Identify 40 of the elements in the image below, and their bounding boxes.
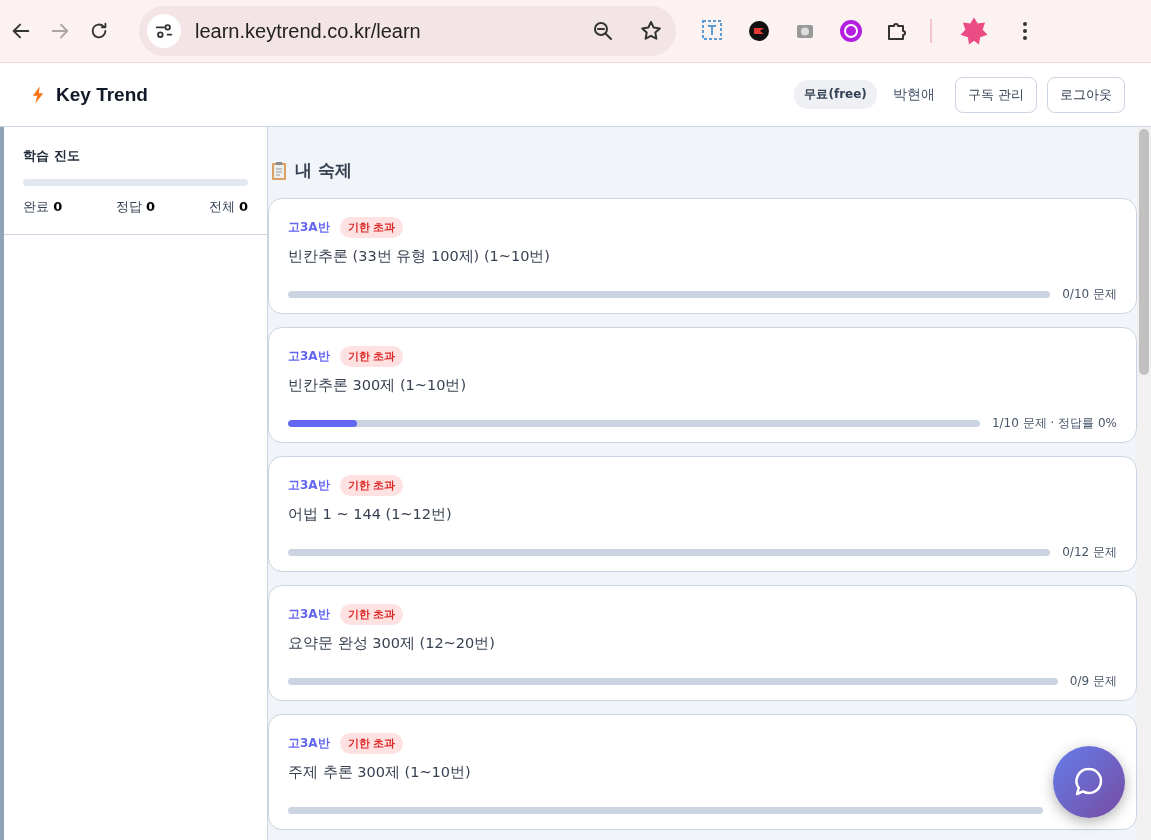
- homework-card[interactable]: 고3A반 기한 초과 빈칸추론 (33번 유형 100제) (1~10번) 0/10 문제: [268, 198, 1137, 314]
- overdue-badge: 기한 초과: [339, 475, 404, 496]
- overdue-badge: 기한 초과: [339, 604, 404, 625]
- header-button[interactable]: 로그아웃: [1047, 76, 1125, 113]
- site-settings-icon[interactable]: [147, 14, 181, 48]
- homework-card[interactable]: 고3A반 기한 초과 주제 추론 300제 (1~10번): [268, 714, 1137, 830]
- homework-title: 요약문 완성 300제 (12~20번): [288, 634, 496, 653]
- homework-card[interactable]: 고3A반 기한 초과 빈칸추론 300제 (1~10번) 1/10 문제 · 정답률 0%: [268, 327, 1137, 443]
- stat-text: 완료 0: [23, 198, 63, 216]
- profile-avatar-icon[interactable]: [958, 15, 990, 47]
- progress-text: 0/12 문제: [1062, 543, 1117, 561]
- plan-badge: 무료(free): [794, 80, 877, 109]
- scrollbar[interactable]: [1137, 127, 1151, 840]
- clipboard-icon: [271, 160, 287, 181]
- lightning-icon: [32, 84, 44, 105]
- overdue-badge: 기한 초과: [339, 346, 404, 367]
- progress-text: 0/10 문제: [1062, 285, 1117, 303]
- class-label: 고3A반: [288, 606, 330, 623]
- class-label: 고3A반: [288, 735, 330, 752]
- class-label: 고3A반: [288, 477, 330, 494]
- progress-text: 0/9 문제: [1069, 672, 1117, 690]
- section-title: 내 숙제: [295, 159, 352, 182]
- class-label: 고3A반: [288, 219, 330, 236]
- overdue-badge: 기한 초과: [339, 733, 404, 754]
- overdue-badge: 기한 초과: [339, 217, 404, 238]
- progress-text: 1/10 문제 · 정답률 0%: [991, 414, 1117, 432]
- user-name: 박현애: [892, 85, 935, 104]
- extension-icon[interactable]: [746, 18, 772, 44]
- homework-title: 빈칸추론 300제 (1~10번): [288, 376, 468, 395]
- homework-title: 어법 1 ~ 144 (1~12번): [288, 505, 453, 524]
- homework-title: 빈칸추론 (33번 유형 100제) (1~10번): [288, 247, 552, 266]
- stat-text: 전체 0: [208, 198, 248, 216]
- header-button[interactable]: 구독 관리: [954, 76, 1037, 113]
- progress-title: 학습 진도: [23, 147, 81, 165]
- class-label: 고3A반: [288, 348, 330, 365]
- stat-text: 정답 0: [115, 198, 156, 216]
- homework-card[interactable]: 고3A반 기한 초과 어법 1 ~ 144 (1~12번) 0/12 문제: [268, 456, 1137, 572]
- homework-card[interactable]: 고3A반 기한 초과 요약문 완성 300제 (12~20번) 0/9 문제: [268, 585, 1137, 701]
- homework-title: 주제 추론 300제 (1~10번): [288, 763, 472, 782]
- brand-name[interactable]: Key Trend: [56, 83, 795, 106]
